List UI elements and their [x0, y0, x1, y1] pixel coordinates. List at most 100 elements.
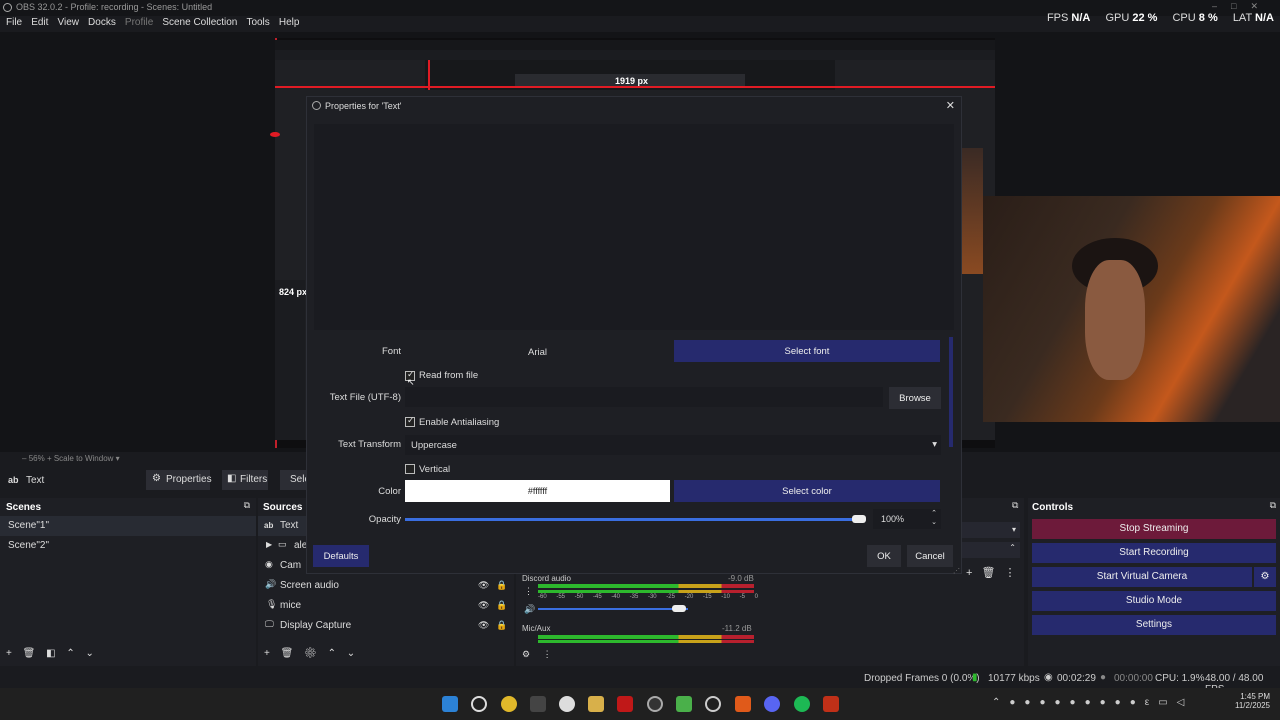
ok-button[interactable]: OK: [867, 545, 901, 567]
scrollbar[interactable]: [949, 337, 953, 447]
dock-undock-icon[interactable]: ⧉: [244, 500, 250, 511]
filters-button[interactable]: ◧ Filters: [222, 470, 268, 490]
dock-undock-icon[interactable]: ⧉: [1012, 500, 1018, 511]
file-explorer-icon[interactable]: [588, 696, 604, 712]
expand-icon[interactable]: ▶: [266, 540, 272, 549]
source-item[interactable]: 🔊 Screen audio 👁 🔒: [258, 576, 514, 596]
zoom-out-icon[interactable]: –: [22, 454, 26, 463]
defaults-button[interactable]: Defaults: [313, 545, 369, 567]
trash-icon[interactable]: 🗑: [281, 648, 294, 659]
chevron-down-icon[interactable]: ⌄: [347, 648, 355, 659]
width-measure-label: 1919 px: [615, 76, 649, 86]
discord-icon[interactable]: [764, 696, 780, 712]
close-icon[interactable]: ✕: [946, 99, 955, 112]
widgets-icon[interactable]: [501, 696, 517, 712]
add-icon[interactable]: +: [966, 567, 972, 579]
menu-docks[interactable]: Docks: [82, 16, 116, 28]
select-color-button[interactable]: Select color: [674, 480, 940, 502]
eye-icon[interactable]: 👁: [478, 620, 489, 631]
scale-tick: -40: [611, 594, 620, 600]
menu-help[interactable]: Help: [273, 16, 300, 28]
clock[interactable]: 1:45 PM 11/2/2025: [1228, 692, 1270, 710]
opacity-slider-handle[interactable]: [852, 515, 866, 523]
start-virtual-camera-button[interactable]: Start Virtual Camera: [1032, 567, 1252, 587]
menu-tools[interactable]: Tools: [240, 16, 269, 28]
trash-icon[interactable]: 🗑: [23, 648, 36, 659]
text-transform-value: Uppercase: [411, 440, 457, 451]
app-icon[interactable]: [823, 696, 839, 712]
source-item[interactable]: 🎙 mice 👁 🔒: [258, 596, 514, 616]
browse-button[interactable]: Browse: [889, 387, 941, 409]
select-font-button[interactable]: Select font: [674, 340, 940, 362]
lock-icon[interactable]: 🔒: [496, 620, 507, 631]
windows-start-icon[interactable]: [442, 696, 458, 712]
window-controls[interactable]: –□✕: [1212, 1, 1272, 12]
menu-scene-collection[interactable]: Scene Collection: [156, 16, 237, 28]
gear-icon[interactable]: ⚙: [304, 648, 317, 659]
kebab-menu-icon[interactable]: ⋮: [524, 586, 533, 597]
properties-button[interactable]: ⚙ Properties: [146, 470, 212, 490]
source-label: mice: [280, 600, 302, 611]
text-transform-select[interactable]: Uppercase ▾: [405, 435, 941, 455]
volume-icon[interactable]: 🔊: [524, 604, 535, 615]
chevron-up-icon[interactable]: ⌃: [931, 509, 937, 517]
scene-item[interactable]: Scene"1": [0, 516, 256, 536]
opacity-spinbox[interactable]: 100% ⌃ ⌄: [873, 509, 941, 529]
chevron-up-icon[interactable]: ⌃: [66, 648, 74, 659]
filter-icon: ◧: [227, 473, 237, 484]
menu-edit[interactable]: Edit: [25, 16, 48, 28]
system-tray[interactable]: ⌃●●●●●●●●●ε▭◁: [992, 697, 1193, 708]
spotify-icon[interactable]: [794, 696, 810, 712]
scale-mode[interactable]: Scale to Window: [54, 454, 114, 463]
app-icon[interactable]: [676, 696, 692, 712]
close-window-icon[interactable]: ✕: [1250, 1, 1272, 11]
advanced-audio-icon[interactable]: ⚙: [522, 649, 530, 659]
dock-undock-icon[interactable]: ⧉: [1270, 500, 1276, 511]
start-recording-button[interactable]: Start Recording: [1032, 543, 1276, 563]
obs-taskbar-icon[interactable]: [647, 696, 663, 712]
virtual-camera-settings-button[interactable]: ⚙: [1254, 567, 1276, 587]
chevron-up-icon[interactable]: ⌃: [328, 648, 336, 659]
chevron-down-icon[interactable]: ⌄: [931, 518, 937, 526]
kebab-menu-icon[interactable]: ⋮: [543, 649, 552, 659]
volume-slider-handle[interactable]: [672, 605, 686, 612]
kebab-menu-icon[interactable]: ⋮: [1005, 567, 1016, 579]
menu-file[interactable]: File: [0, 16, 22, 28]
menu-profile[interactable]: Profile: [119, 16, 153, 28]
source-item[interactable]: 🖵 Display Capture 👁 🔒: [258, 616, 514, 636]
minimize-icon[interactable]: –: [1212, 1, 1231, 11]
opacity-slider[interactable]: [405, 518, 861, 521]
chrome-icon[interactable]: [559, 696, 575, 712]
zoom-in-icon[interactable]: +: [47, 454, 52, 463]
lock-icon[interactable]: 🔒: [496, 600, 507, 611]
chevron-down-icon[interactable]: ▾: [116, 454, 120, 463]
cancel-button[interactable]: Cancel: [907, 545, 953, 567]
stop-streaming-button[interactable]: Stop Streaming: [1032, 519, 1276, 539]
add-icon[interactable]: +: [264, 648, 270, 659]
select-button[interactable]: Sele: [280, 470, 310, 490]
chevron-down-icon[interactable]: ⌄: [86, 648, 94, 659]
search-icon[interactable]: [471, 696, 487, 712]
settings-app-icon[interactable]: [705, 696, 721, 712]
maximize-icon[interactable]: □: [1231, 1, 1250, 11]
eye-icon[interactable]: 👁: [478, 600, 489, 611]
scene-item[interactable]: Scene"2": [0, 536, 256, 556]
webcam-edge: [961, 148, 983, 274]
trash-icon[interactable]: 🗑: [982, 567, 996, 579]
menu-view[interactable]: View: [51, 16, 79, 28]
studio-mode-button[interactable]: Studio Mode: [1032, 591, 1276, 611]
volume-slider[interactable]: [538, 608, 688, 610]
eye-icon[interactable]: 👁: [478, 580, 489, 591]
media-player-icon[interactable]: [617, 696, 633, 712]
resize-grip-icon[interactable]: ⋰: [953, 567, 960, 575]
app-icon[interactable]: [530, 696, 546, 712]
add-icon[interactable]: +: [6, 648, 12, 659]
lock-icon[interactable]: 🔒: [496, 580, 507, 591]
filter-icon[interactable]: ◧: [46, 648, 55, 659]
antialiasing-checkbox[interactable]: [405, 415, 415, 427]
brave-icon[interactable]: [735, 696, 751, 712]
text-file-input[interactable]: [405, 387, 883, 407]
performance-stats: FPS N/A GPU 22 % CPU 8 % LAT N/A: [1047, 12, 1274, 24]
vertical-checkbox[interactable]: [405, 464, 415, 474]
settings-button[interactable]: Settings: [1032, 615, 1276, 635]
